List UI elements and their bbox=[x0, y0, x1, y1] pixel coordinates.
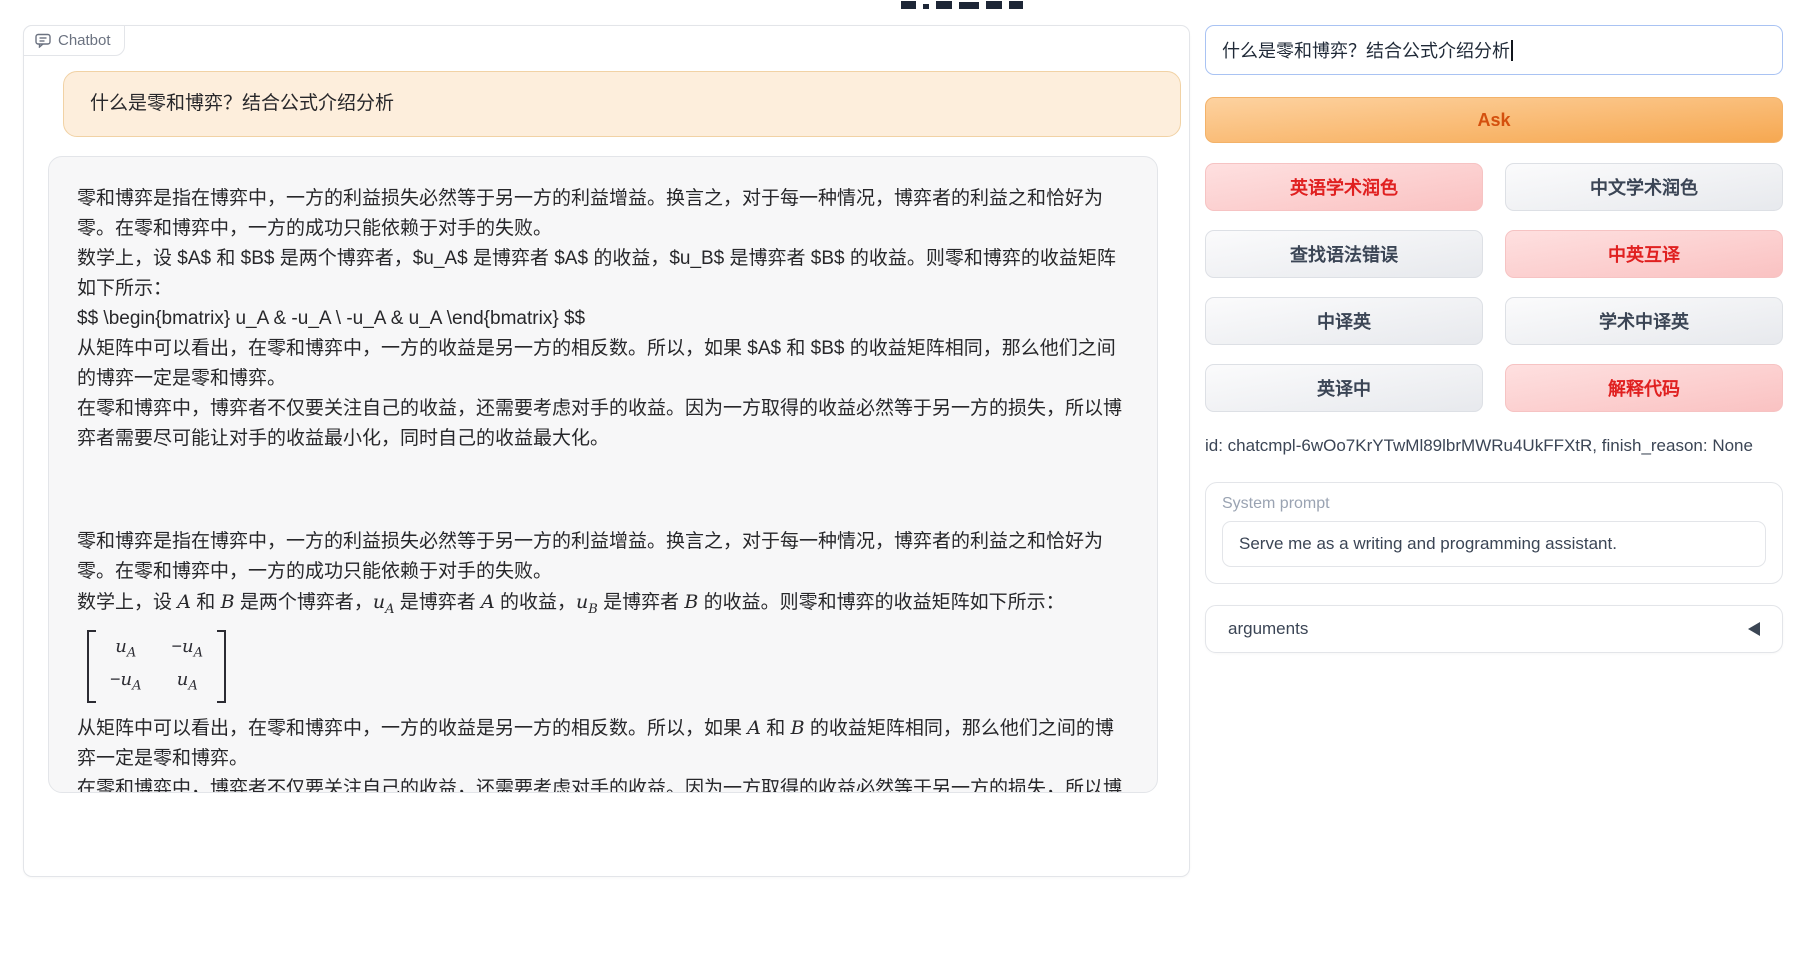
question-input[interactable]: 什么是零和博弈？结合公式介绍分析 bbox=[1205, 25, 1783, 75]
button-label: 查找语法错误 bbox=[1290, 241, 1398, 267]
button-label: 解释代码 bbox=[1608, 375, 1680, 401]
bot-rendered-outro: 从矩阵中可以看出，在零和博弈中，一方的收益是另一方的相反数。所以，如果 A 和 … bbox=[77, 713, 1129, 793]
button-label: 中译英 bbox=[1317, 308, 1371, 334]
user-message-text: 什么是零和博弈？结合公式介绍分析 bbox=[90, 93, 394, 114]
matrix-right-bracket bbox=[217, 630, 226, 703]
system-prompt-panel: System prompt Serve me as a writing and … bbox=[1205, 482, 1783, 584]
ask-button-label: Ask bbox=[1477, 110, 1510, 131]
bot-rendered-block: 零和博弈是指在博弈中，一方的利益损失必然等于另一方的利益增益。换言之，对于每一种… bbox=[77, 527, 1129, 793]
arguments-accordion-label: arguments bbox=[1228, 619, 1308, 639]
page: Chatbot 什么是零和博弈？结合公式介绍分析 零和博弈是指在博弈中，一方的利… bbox=[0, 0, 1814, 961]
button-english-academic-polish[interactable]: 英语学术润色 bbox=[1205, 163, 1483, 211]
ask-button[interactable]: Ask bbox=[1205, 97, 1783, 143]
chatbot-panel: Chatbot 什么是零和博弈？结合公式介绍分析 零和博弈是指在博弈中，一方的利… bbox=[23, 25, 1190, 877]
button-label: 中文学术润色 bbox=[1590, 174, 1698, 200]
payoff-matrix: uA −uA −uA uA bbox=[87, 630, 226, 703]
bot-message: 零和博弈是指在博弈中，一方的利益损失必然等于另一方的利益增益。换言之，对于每一种… bbox=[48, 156, 1158, 793]
matrix-cell: uA bbox=[172, 666, 204, 700]
user-message: 什么是零和博弈？结合公式介绍分析 bbox=[63, 71, 1181, 137]
control-column: 什么是零和博弈？结合公式介绍分析 Ask 英语学术润色 中文学术润色 查找语法错… bbox=[1205, 25, 1783, 653]
text-caret bbox=[1511, 40, 1513, 61]
matrix-cell: uA bbox=[110, 633, 142, 667]
matrix-left-bracket bbox=[87, 630, 96, 703]
button-zh-to-en[interactable]: 中译英 bbox=[1205, 297, 1483, 345]
system-prompt-value: Serve me as a writing and programming as… bbox=[1239, 534, 1617, 554]
bot-raw-markdown-block: 零和博弈是指在博弈中，一方的利益损失必然等于另一方的利益增益。换言之，对于每一种… bbox=[77, 184, 1129, 454]
button-en-to-zh[interactable]: 英译中 bbox=[1205, 364, 1483, 412]
bot-rendered-math-line: 数学上，设 A 和 B 是两个博弈者，uA 是博弈者 A 的收益，uB 是博弈者… bbox=[77, 587, 1129, 625]
clipped-page-title bbox=[901, 0, 1033, 9]
button-label: 英译中 bbox=[1317, 375, 1371, 401]
button-find-grammar-errors[interactable]: 查找语法错误 bbox=[1205, 230, 1483, 278]
function-button-grid: 英语学术润色 中文学术润色 查找语法错误 中英互译 中译英 学术中译英 英译中 … bbox=[1205, 163, 1783, 412]
matrix-cell: −uA bbox=[172, 633, 204, 667]
button-chinese-academic-polish[interactable]: 中文学术润色 bbox=[1505, 163, 1783, 211]
button-zh-en-mutual-translate[interactable]: 中英互译 bbox=[1505, 230, 1783, 278]
button-academic-zh-to-en[interactable]: 学术中译英 bbox=[1505, 297, 1783, 345]
chat-bubble-icon bbox=[35, 33, 51, 48]
button-label: 学术中译英 bbox=[1599, 308, 1689, 334]
collapse-arrow-icon bbox=[1748, 622, 1760, 636]
completion-status-line: id: chatcmpl-6wOo7KrYTwMl89lbrMWRu4UkFFX… bbox=[1205, 436, 1783, 456]
question-input-value: 什么是零和博弈？结合公式介绍分析 bbox=[1222, 37, 1510, 63]
chatbot-label-text: Chatbot bbox=[58, 32, 111, 49]
system-prompt-label: System prompt bbox=[1222, 495, 1766, 513]
button-label: 中英互译 bbox=[1608, 241, 1680, 267]
bot-rendered-intro: 零和博弈是指在博弈中，一方的利益损失必然等于另一方的利益增益。换言之，对于每一种… bbox=[77, 527, 1129, 587]
button-explain-code[interactable]: 解释代码 bbox=[1505, 364, 1783, 412]
system-prompt-input[interactable]: Serve me as a writing and programming as… bbox=[1222, 521, 1766, 567]
matrix-cell: −uA bbox=[110, 666, 142, 700]
arguments-accordion[interactable]: arguments bbox=[1205, 605, 1783, 653]
button-label: 英语学术润色 bbox=[1290, 174, 1398, 200]
chatbot-label: Chatbot bbox=[23, 25, 125, 56]
